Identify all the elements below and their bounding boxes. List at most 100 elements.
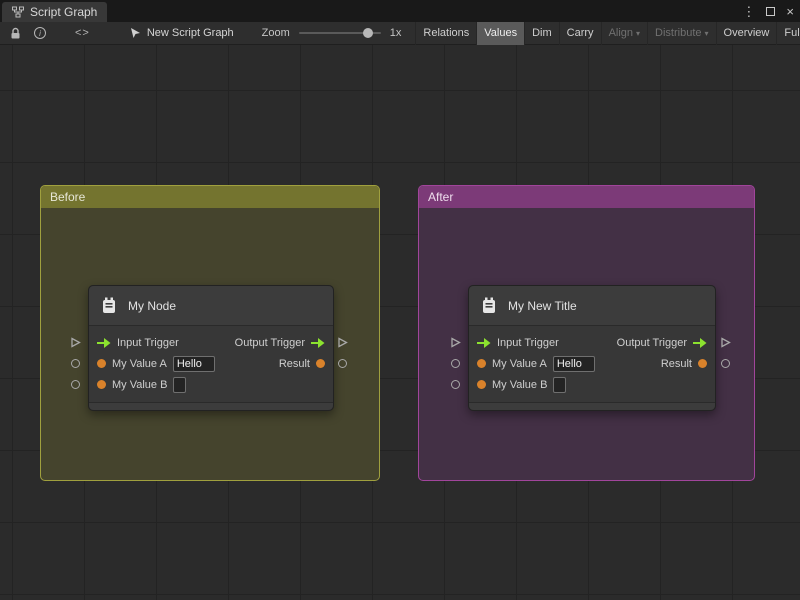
info-icon-glyph: i: [39, 28, 41, 38]
graph-pointer-icon: [130, 27, 141, 39]
script-graph-icon: [12, 6, 24, 18]
ext-value-a-port[interactable]: [71, 359, 80, 368]
unit-icon: [479, 296, 499, 316]
value-port-icon: [316, 359, 325, 368]
group-before-header[interactable]: Before: [41, 186, 379, 208]
toolbar-buttons: Relations Values Dim Carry Align ▾ Distr…: [415, 21, 800, 45]
window-controls: ⋮ ×: [742, 0, 794, 22]
ext-flow-input-port[interactable]: [450, 337, 461, 348]
carry-button[interactable]: Carry: [558, 21, 601, 45]
port-output-trigger[interactable]: Output Trigger: [235, 337, 325, 349]
ext-value-a-port[interactable]: [451, 359, 460, 368]
fullscreen-button[interactable]: Full Scr: [776, 21, 800, 45]
port-label: My Value A: [112, 357, 167, 370]
graph-name-label: New Script Graph: [146, 27, 234, 39]
node-footer: [89, 402, 333, 410]
button-label: Overview: [723, 27, 770, 39]
flow-out-arrow-icon: [311, 337, 325, 348]
port-label: Output Trigger: [616, 336, 687, 349]
align-dropdown[interactable]: Align ▾: [600, 21, 647, 45]
button-label: Full Scr: [784, 27, 800, 39]
node-port-area: Input Trigger Output Trigger My Value A …: [469, 326, 715, 395]
kebab-menu-icon[interactable]: ⋮: [742, 5, 755, 18]
button-label: Carry: [566, 27, 594, 39]
port-my-value-a[interactable]: My Value A: [477, 355, 595, 372]
ext-flow-output-port[interactable]: [337, 337, 348, 348]
overview-button[interactable]: Overview: [715, 21, 777, 45]
value-a-input[interactable]: [172, 355, 215, 372]
port-row: My Value A Result: [89, 353, 333, 374]
node-my-node[interactable]: My Node Input Trigger Output Trigger My …: [88, 285, 334, 411]
value-b-input[interactable]: [553, 376, 567, 393]
flow-in-arrow-icon: [97, 337, 111, 348]
port-result[interactable]: Result: [661, 358, 707, 370]
node-footer: [469, 402, 715, 410]
flow-out-arrow-icon: [693, 337, 707, 348]
zoom-label: Zoom: [261, 27, 290, 39]
graph-canvas[interactable]: Before After My Node Input Trigger Outpu…: [0, 45, 800, 600]
port-my-value-b[interactable]: My Value B: [97, 376, 187, 393]
close-icon[interactable]: ×: [786, 5, 794, 18]
node-my-new-title[interactable]: My New Title Input Trigger Output Trigge…: [468, 285, 716, 411]
port-my-value-a[interactable]: My Value A: [97, 355, 215, 372]
chevron-down-icon: ▾: [704, 29, 709, 38]
value-a-input[interactable]: [552, 355, 595, 372]
port-input-trigger[interactable]: Input Trigger: [97, 337, 179, 349]
port-label: My Value A: [492, 357, 547, 370]
toolbar-left-icons: i <>: [0, 27, 100, 40]
values-button[interactable]: Values: [476, 21, 525, 45]
info-icon[interactable]: i: [34, 27, 46, 39]
ext-result-port[interactable]: [338, 359, 347, 368]
group-after-header[interactable]: After: [419, 186, 754, 208]
port-label: My Value B: [112, 378, 168, 391]
dim-button[interactable]: Dim: [524, 21, 559, 45]
value-port-icon: [698, 359, 707, 368]
port-label: Result: [660, 357, 692, 370]
port-my-value-b[interactable]: My Value B: [477, 376, 567, 393]
zoom-slider[interactable]: [298, 28, 381, 38]
ext-value-b-port[interactable]: [451, 380, 460, 389]
node-header[interactable]: My New Title: [469, 286, 715, 326]
button-label: Relations: [423, 27, 470, 39]
port-result[interactable]: Result: [279, 358, 325, 370]
port-input-trigger[interactable]: Input Trigger: [477, 337, 559, 349]
port-row: My Value B: [89, 374, 333, 395]
value-b-input[interactable]: [173, 376, 187, 393]
ext-flow-input-port[interactable]: [70, 337, 81, 348]
node-title: My Node: [128, 298, 177, 313]
lock-icon[interactable]: [10, 27, 21, 40]
button-label: Values: [484, 27, 518, 39]
ext-flow-output-port[interactable]: [720, 337, 731, 348]
port-label: My Value B: [492, 378, 548, 391]
code-icon[interactable]: <>: [75, 27, 90, 39]
flow-in-arrow-icon: [477, 337, 491, 348]
maximize-icon[interactable]: [766, 6, 776, 16]
port-label: Result: [278, 357, 310, 370]
port-label: Input Trigger: [497, 336, 559, 349]
group-title: Before: [50, 190, 86, 204]
tab-script-graph[interactable]: Script Graph: [2, 2, 108, 22]
node-header[interactable]: My Node: [89, 286, 333, 326]
value-port-icon: [97, 359, 106, 368]
ext-value-b-port[interactable]: [71, 380, 80, 389]
value-port-icon: [97, 380, 106, 389]
tab-title: Script Graph: [30, 5, 98, 19]
port-label: Input Trigger: [117, 336, 179, 349]
graph-toolbar: i <> New Script Graph Zoom 1x Relations …: [0, 21, 800, 45]
group-title: After: [428, 190, 454, 204]
distribute-dropdown[interactable]: Distribute ▾: [647, 21, 715, 45]
node-title: My New Title: [508, 298, 577, 313]
zoom-slider-thumb[interactable]: [362, 28, 373, 38]
value-port-icon: [477, 380, 486, 389]
port-row: My Value B: [469, 374, 715, 395]
port-row: My Value A Result: [469, 353, 715, 374]
port-output-trigger[interactable]: Output Trigger: [617, 337, 707, 349]
zoom-control: Zoom 1x: [262, 27, 402, 39]
chevron-down-icon: ▾: [636, 29, 641, 38]
relations-button[interactable]: Relations: [415, 21, 476, 45]
port-row: Input Trigger Output Trigger: [89, 332, 333, 353]
graph-name-breadcrumb[interactable]: New Script Graph: [130, 27, 234, 39]
ext-result-port[interactable]: [721, 359, 730, 368]
unit-icon: [99, 296, 119, 316]
value-port-icon: [477, 359, 486, 368]
